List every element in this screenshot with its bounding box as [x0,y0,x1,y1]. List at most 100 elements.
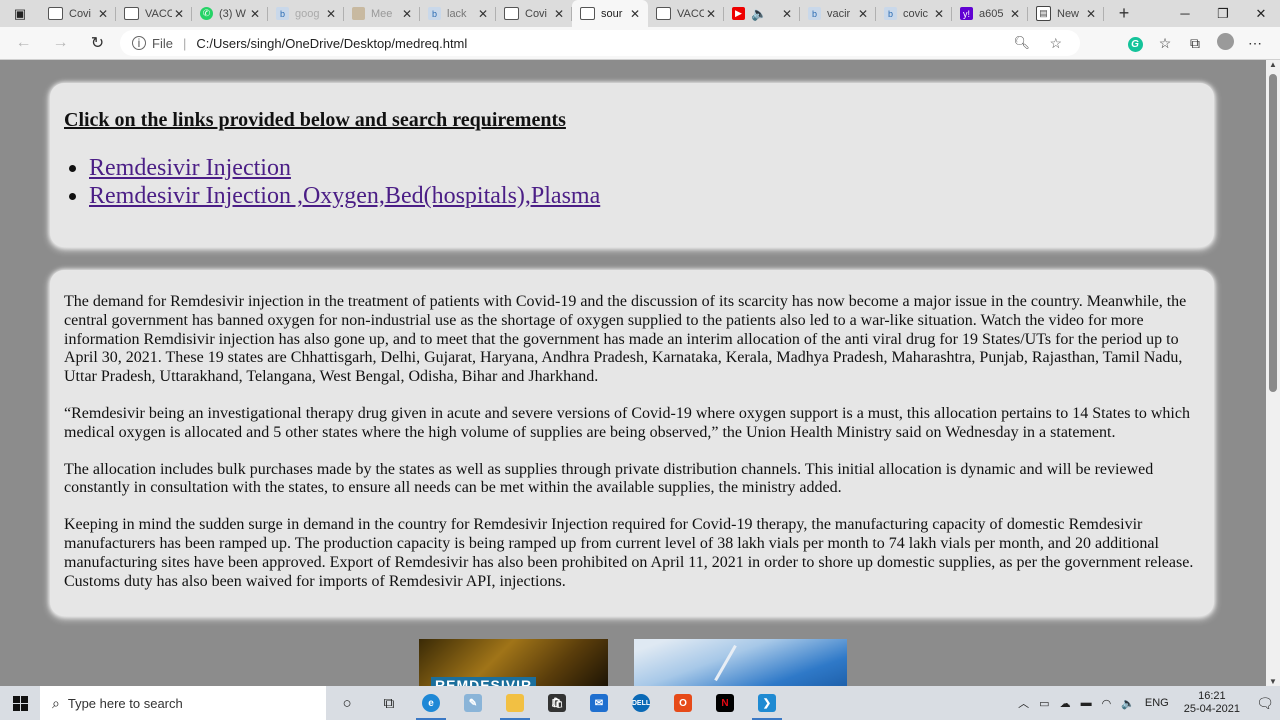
close-icon[interactable]: ✕ [96,7,110,21]
close-icon[interactable]: ✕ [780,7,794,21]
close-icon[interactable]: ✕ [324,7,338,21]
tab-2[interactable]: VACC ✕ [116,0,192,27]
wifi-icon[interactable]: ◠ [1102,697,1112,710]
add-favorite-icon[interactable]: ☆ [1049,35,1062,52]
close-icon[interactable]: ✕ [932,7,946,21]
meet-now-icon[interactable]: ▭ [1039,697,1049,710]
edge-icon[interactable]: e [410,686,452,720]
close-icon[interactable]: ✕ [704,7,718,21]
dell-icon[interactable]: DELL [620,686,662,720]
page-icon [504,7,519,20]
tab-11[interactable]: b vacir ✕ [800,0,876,27]
task-view-icon[interactable]: ⧉ [368,686,410,720]
zoom-icon[interactable]: 🔍︎ [1013,35,1030,51]
close-icon[interactable]: ✕ [552,7,566,21]
speaker-icon[interactable]: 🔈 [751,6,780,22]
onedrive-icon[interactable]: ☁ [1060,697,1071,710]
links-card: Click on the links provided below and se… [50,83,1214,247]
tab-actions-icon[interactable]: ▣ [0,0,40,27]
bing-icon: b [808,7,821,20]
tab-10[interactable]: ▶ 🔈 ✕ [724,0,800,27]
vscode-icon[interactable]: ❯ [746,686,788,720]
minimize-button[interactable]: ─ [1166,0,1204,27]
close-icon[interactable]: ✕ [628,7,642,21]
close-icon[interactable]: ✕ [476,7,490,21]
tab-title: a605 [979,7,1004,20]
page-icon [656,7,671,20]
address-bar[interactable]: i File | C:/Users/singh/OneDrive/Desktop… [120,30,1080,56]
tab-12[interactable]: b covic ✕ [876,0,952,27]
more-options-icon[interactable]: ⋯ [1240,35,1270,52]
injection-image [634,639,847,686]
profile-avatar[interactable] [1210,33,1240,53]
maximize-button[interactable]: ❐ [1204,0,1242,27]
remdesivir-oxygen-bed-plasma-link[interactable]: Remdesivir Injection ,Oxygen,Bed(hospita… [89,183,600,209]
tab-title: VACC [677,7,704,20]
tab-8-active[interactable]: sour ✕ [572,0,648,27]
tab-7[interactable]: Covi ✕ [496,0,572,27]
paragraph: The demand for Remdesivir injection in t… [64,293,1187,386]
scroll-up-icon[interactable]: ▲ [1266,60,1280,69]
youtube-icon: ▶ [732,7,745,20]
favorites-icon[interactable]: ☆ [1150,35,1180,52]
close-icon[interactable]: ✕ [172,7,186,21]
volume-icon[interactable]: 🔈 [1121,697,1135,710]
close-icon[interactable]: ✕ [1008,7,1022,21]
notification-icon[interactable]: 🗨 [1250,695,1280,712]
close-icon[interactable]: ✕ [1084,7,1098,21]
whatsapp-icon: ✆ [200,7,213,20]
clock[interactable]: 16:21 25-04-2021 [1184,690,1240,716]
time: 16:21 [1198,690,1226,702]
list-item: Remdesivir Injection ,Oxygen,Bed(hospita… [89,182,1200,210]
links-list: Remdesivir Injection Remdesivir Injectio… [64,154,1200,210]
paragraph: “Remdesivir being an investigational the… [64,404,1190,441]
cortana-icon[interactable]: ○ [326,686,368,720]
page-icon [48,7,63,20]
tab-9[interactable]: VACC ✕ [648,0,724,27]
paragraph: Keeping in mind the sudden surge in dema… [64,516,1194,590]
vertical-scrollbar[interactable]: ▲ ▼ [1266,60,1280,686]
yahoo-icon: y! [960,7,973,20]
store-icon[interactable]: 🛍 [536,686,578,720]
tab-6[interactable]: b lack ✕ [420,0,496,27]
url-text[interactable]: C:/Users/singh/OneDrive/Desktop/medreq.h… [196,36,467,51]
tab-4[interactable]: b goog ✕ [268,0,344,27]
battery-icon[interactable]: ▬ [1081,697,1092,709]
close-icon[interactable]: ✕ [248,7,262,21]
close-icon[interactable]: ✕ [400,7,414,21]
tab-13[interactable]: y! a605 ✕ [952,0,1028,27]
scroll-down-icon[interactable]: ▼ [1266,677,1280,686]
tab-title: lack [447,7,467,20]
office-icon[interactable]: O [662,686,704,720]
forward-button[interactable]: → [42,34,79,52]
tab-title: covic [903,7,929,20]
tab-14[interactable]: ▤ New ✕ [1028,0,1104,27]
tab-title: Covi [69,7,92,20]
start-button[interactable] [0,686,40,720]
search-placeholder: Type here to search [67,695,183,711]
notepad-icon[interactable]: ✎ [452,686,494,720]
netflix-icon[interactable]: N [704,686,746,720]
tab-5[interactable]: Mee ✕ [344,0,420,27]
windows-icon [12,695,28,711]
chevron-up-icon[interactable]: ︿ [1018,695,1029,711]
refresh-button[interactable]: ↻ [79,33,116,53]
grammarly-icon[interactable]: G [1120,34,1150,52]
collections-icon[interactable]: ⧉ [1180,35,1210,52]
page-heading: Click on the links provided below and se… [64,109,566,131]
taskbar-search[interactable]: ⌕ Type here to search [40,686,326,720]
remdesivir-link[interactable]: Remdesivir Injection [89,155,291,181]
info-icon[interactable]: i [132,36,146,50]
tab-3[interactable]: ✆ (3) W ✕ [192,0,268,27]
file-explorer-icon[interactable] [494,686,536,720]
mail-icon[interactable]: ✉ [578,686,620,720]
list-item: Remdesivir Injection [89,154,1200,182]
language-indicator[interactable]: ENG [1145,697,1169,709]
close-icon[interactable]: ✕ [856,7,870,21]
browser-toolbar: ← → ↻ i File | C:/Users/singh/OneDrive/D… [0,27,1280,60]
close-window-button[interactable]: ✕ [1242,0,1280,27]
scrollbar-thumb[interactable] [1269,74,1277,392]
new-tab-button[interactable]: + [1104,0,1144,27]
tab-1[interactable]: Covi ✕ [40,0,116,27]
back-button[interactable]: ← [5,34,42,52]
